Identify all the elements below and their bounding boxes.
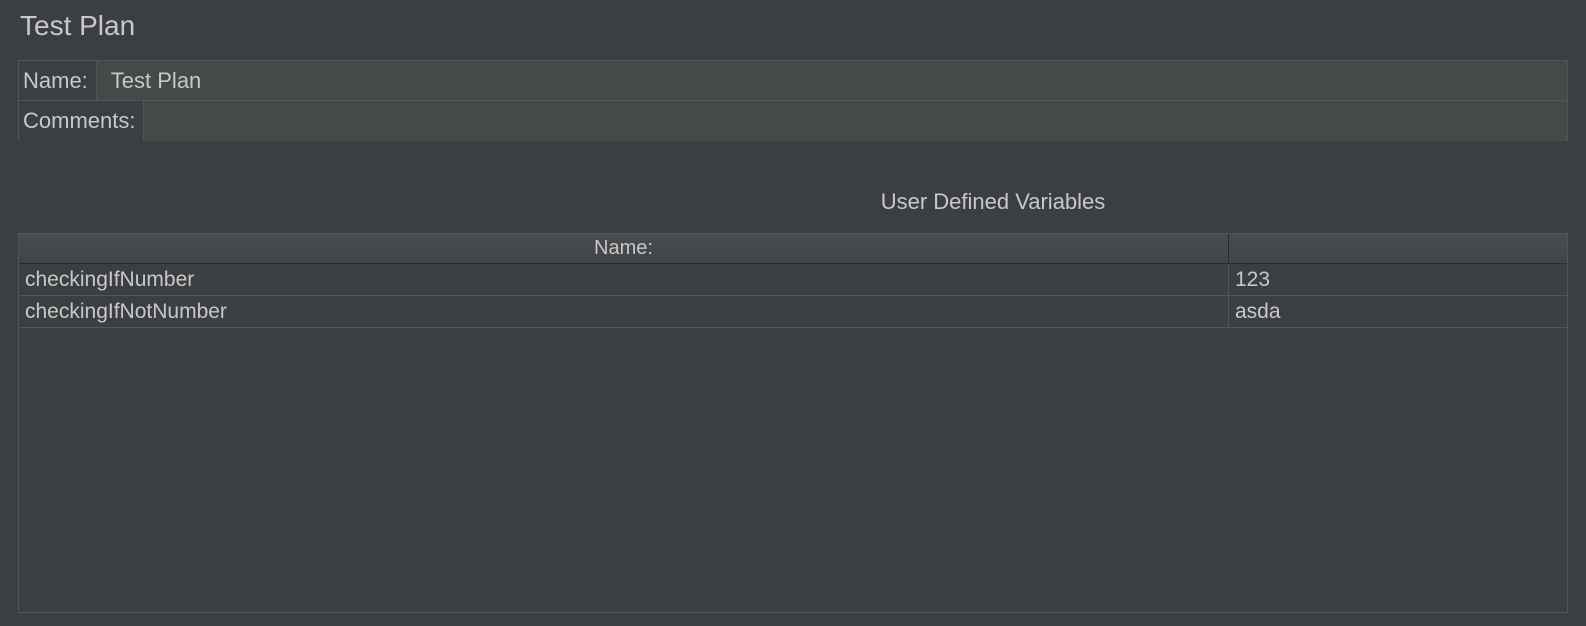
variable-value-cell[interactable]: 123 [1229,264,1567,295]
name-row: Name: [19,61,1567,101]
form-panel: Name: Comments: [18,60,1568,141]
variable-name-cell[interactable]: checkingIfNumber [19,264,1229,295]
comments-label: Comments: [19,104,143,138]
table-header-value[interactable] [1229,234,1567,263]
name-input[interactable] [96,61,1567,100]
table-header-name[interactable]: Name: [19,234,1229,263]
comments-row: Comments: [19,101,1567,141]
table-row[interactable]: checkingIfNumber 123 [19,264,1567,296]
page-title: Test Plan [0,0,1586,60]
table-row[interactable]: checkingIfNotNumber asda [19,296,1567,328]
variable-name-cell[interactable]: checkingIfNotNumber [19,296,1229,327]
variables-section-title: User Defined Variables [0,189,1586,215]
variables-table: Name: checkingIfNumber 123 checkingIfNot… [18,233,1568,613]
name-label: Name: [19,64,96,98]
variable-value-cell[interactable]: asda [1229,296,1567,327]
table-body[interactable]: checkingIfNumber 123 checkingIfNotNumber… [19,264,1567,612]
table-header: Name: [19,234,1567,264]
comments-input[interactable] [143,101,1567,141]
